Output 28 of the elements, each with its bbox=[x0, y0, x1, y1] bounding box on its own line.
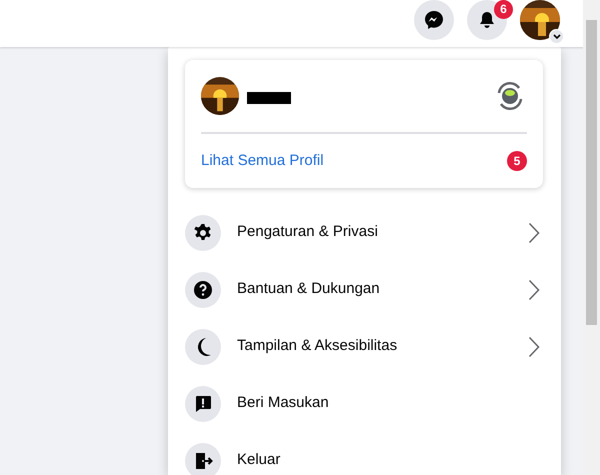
chevron-icon bbox=[528, 222, 540, 244]
menu-item[interactable]: Beri Masukan bbox=[185, 375, 546, 432]
messenger-button[interactable] bbox=[414, 0, 454, 40]
menu-item[interactable]: Tampilan & Aksesibilitas bbox=[185, 318, 546, 375]
help-icon bbox=[193, 280, 213, 300]
feedback-icon bbox=[193, 394, 213, 414]
messenger-icon bbox=[424, 10, 444, 30]
see-all-profiles-link[interactable]: Lihat Semua Profil bbox=[201, 150, 324, 172]
gear-icon bbox=[193, 222, 213, 242]
menu-item-label: Bantuan & Dukungan bbox=[237, 279, 381, 300]
menu-item-label: Pengaturan & Privasi bbox=[237, 222, 379, 242]
menu-item-label: Beri Masukan bbox=[237, 393, 330, 414]
chevron-icon bbox=[528, 336, 540, 358]
menu-item[interactable]: Bantuan & Dukungan bbox=[185, 261, 546, 318]
menu-item[interactable]: Keluar bbox=[185, 432, 546, 475]
menu-item-label: Keluar bbox=[237, 450, 282, 470]
bell-icon bbox=[478, 11, 496, 29]
scrollbar[interactable] bbox=[583, 0, 600, 475]
chevron-icon bbox=[528, 278, 540, 300]
notifications-button[interactable] bbox=[467, 0, 507, 40]
profile-count-badge: 5 bbox=[507, 151, 527, 171]
menu-item[interactable]: Pengaturan & Privasi bbox=[185, 204, 546, 261]
menu-item-label: Tampilan & Aksesibilitas bbox=[237, 336, 398, 356]
redaction-bar bbox=[247, 92, 291, 104]
caret-icon bbox=[552, 34, 560, 40]
scrollbar-thumb[interactable] bbox=[586, 20, 597, 325]
notification-badge: 6 bbox=[494, 0, 513, 19]
logout-icon bbox=[193, 450, 213, 470]
